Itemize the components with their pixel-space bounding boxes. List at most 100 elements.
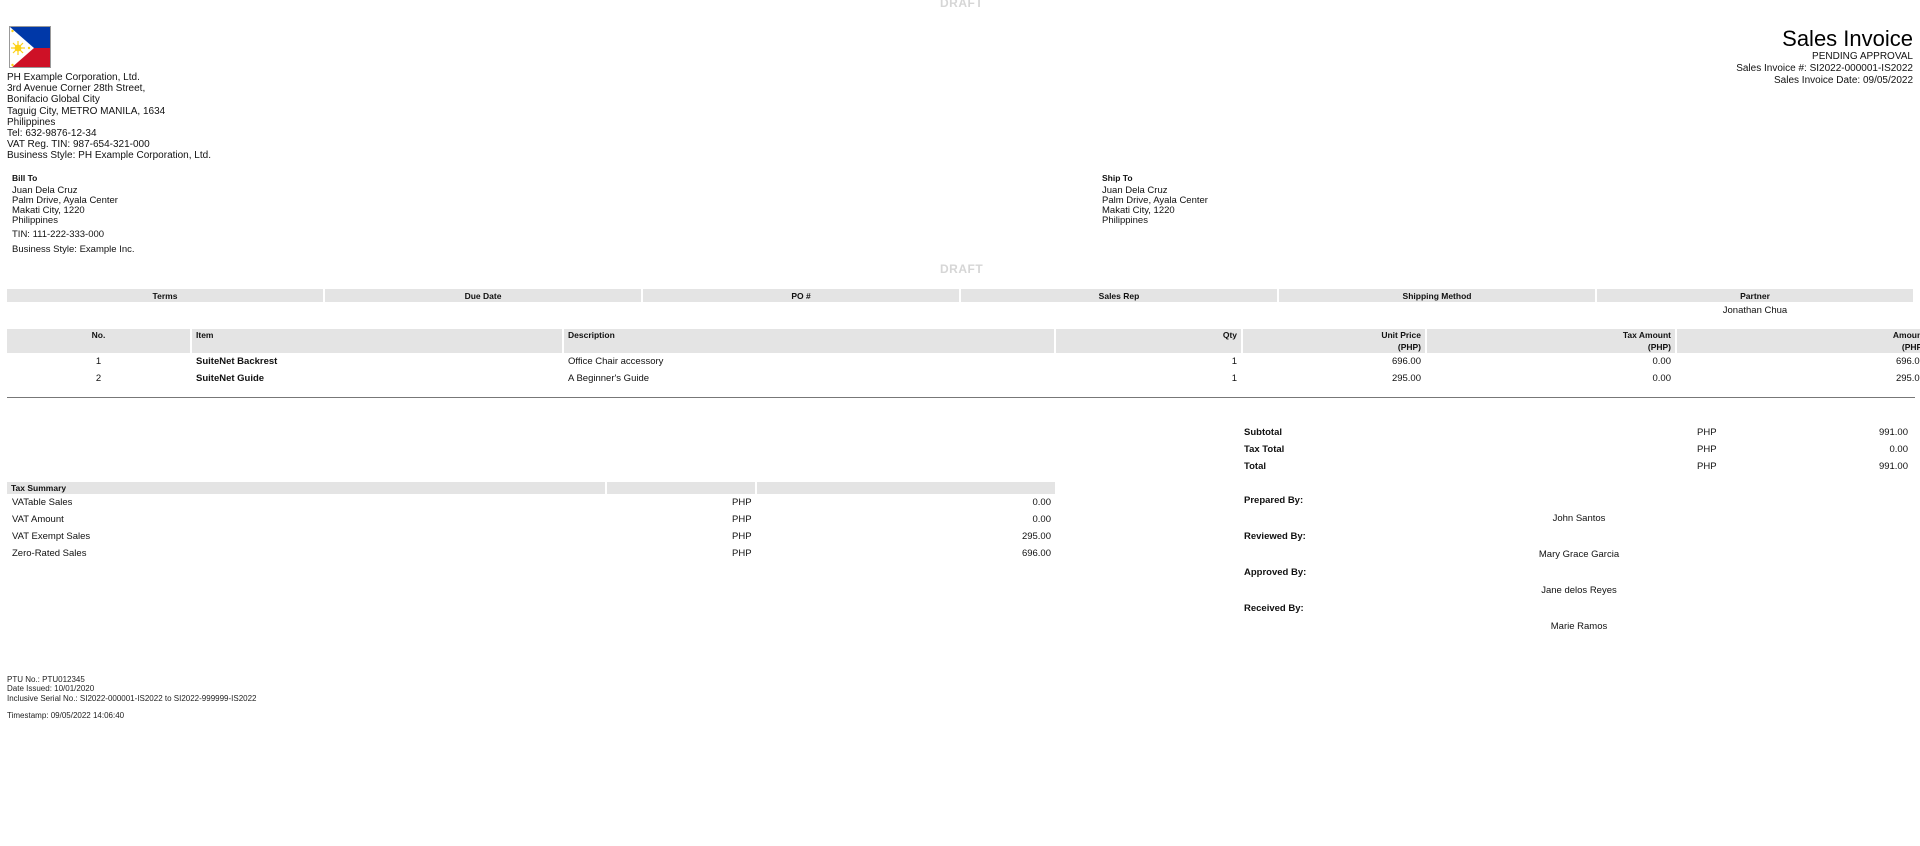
tax-summary-currency: PHP xyxy=(732,531,752,542)
bill-to-tin: TIN: 111-222-333-000 xyxy=(12,229,105,240)
philippine-flag-icon xyxy=(10,27,50,67)
subtotal-row: Subtotal PHP 991.00 xyxy=(1242,427,1912,444)
table-row: 2 SuiteNet Guide A Beginner's Guide 1 29… xyxy=(7,370,1920,387)
reviewed-by-name: Mary Grace Garcia xyxy=(1538,549,1620,560)
col-no-subheader xyxy=(7,341,190,353)
totals-block: Subtotal PHP 991.00 Tax Total PHP 0.00 T… xyxy=(1242,427,1912,478)
shipping-method-value xyxy=(1279,302,1595,319)
company-country: Philippines xyxy=(7,116,56,128)
bill-to-business-style: Business Style: Example Inc. xyxy=(12,244,135,255)
total-currency: PHP xyxy=(1697,461,1717,472)
table-row: VAT Exempt Sales PHP 295.00 xyxy=(7,528,1055,545)
item-amount: 696.00 xyxy=(1895,356,1920,367)
invoice-title: Sales Invoice xyxy=(1782,26,1913,51)
bill-to-label: Bill To xyxy=(12,173,38,183)
company-name: PH Example Corporation, Ltd. xyxy=(7,72,140,83)
tax-summary-amount: 696.00 xyxy=(1021,548,1051,559)
item-amount: 295.00 xyxy=(1895,373,1920,384)
col-unit-price-currency: (PHP) xyxy=(1243,341,1425,353)
item-unit-price: 295.00 xyxy=(1391,373,1421,384)
draft-watermark-middle: DRAFT xyxy=(940,262,984,276)
tax-summary-label: Zero-Rated Sales xyxy=(12,548,87,559)
tax-total-currency: PHP xyxy=(1697,444,1717,455)
po-number-value xyxy=(643,302,959,319)
tax-summary-currency-header xyxy=(607,482,755,494)
received-by-name: Marie Ramos xyxy=(1550,621,1608,632)
serial-range: Inclusive Serial No.: SI2022-000001-IS20… xyxy=(7,693,257,703)
order-info-table: Terms Due Date PO # Sales Rep Shipping M… xyxy=(5,289,1915,319)
col-item-header: Item xyxy=(192,329,562,341)
due-date-header: Due Date xyxy=(325,289,641,302)
tax-summary-label: VAT Amount xyxy=(12,514,64,525)
company-address: PH Example Corporation, Ltd. 3rd Avenue … xyxy=(7,72,211,162)
tax-summary-currency: PHP xyxy=(732,497,752,508)
company-tin: VAT Reg. TIN: 987-654-321-000 xyxy=(7,139,150,151)
approved-by-label: Approved By: xyxy=(1244,567,1307,578)
company-street: 3rd Avenue Corner 28th Street, xyxy=(7,83,146,95)
tax-summary-amount: 295.00 xyxy=(1021,531,1051,542)
col-no-header: No. xyxy=(7,329,190,341)
line-items-table: No. Item Description Qty Unit Price Tax … xyxy=(5,329,1920,387)
bill-to-line: Philippines xyxy=(12,215,58,226)
tax-summary-label: VAT Exempt Sales xyxy=(12,531,91,542)
col-item-subheader xyxy=(192,341,562,353)
po-number-header: PO # xyxy=(643,289,959,302)
ship-to-line: Philippines xyxy=(1102,215,1148,226)
col-amount-header: Amount xyxy=(1677,329,1920,341)
total-label: Total xyxy=(1244,461,1266,472)
date-issued: Date Issued: 10/01/2020 xyxy=(7,684,95,694)
tax-summary-label: VATable Sales xyxy=(12,497,73,508)
tax-summary-currency: PHP xyxy=(732,514,752,525)
invoice-date: Sales Invoice Date: 09/05/2022 xyxy=(1774,74,1913,86)
timestamp: Timestamp: 09/05/2022 14:06:40 xyxy=(7,710,125,720)
col-unit-price-header: Unit Price xyxy=(1243,329,1425,341)
tax-summary-amount: 0.00 xyxy=(1032,514,1052,525)
item-qty: 1 xyxy=(1231,373,1237,384)
received-by-label: Received By: xyxy=(1244,603,1304,614)
company-phone: Tel: 632-9876-12-34 xyxy=(7,128,97,140)
col-description-header: Description xyxy=(564,329,1054,341)
invoice-number: Sales Invoice #: SI2022-000001-IS2022 xyxy=(1736,62,1913,74)
col-tax-amount-currency: (PHP) xyxy=(1427,341,1675,353)
prepared-by-label: Prepared By: xyxy=(1244,495,1304,506)
bill-to-block: Bill To Juan Dela Cruz Palm Drive, Ayala… xyxy=(12,173,135,255)
company-city: Taguig City, METRO MANILA, 1634 xyxy=(7,105,166,117)
prepared-by-name: John Santos xyxy=(1552,513,1606,524)
total-row: Total PHP 991.00 xyxy=(1242,461,1912,478)
terms-value xyxy=(7,302,323,319)
col-description-subheader xyxy=(564,341,1054,353)
company-district: Bonifacio Global City xyxy=(7,94,100,106)
signatories-block: Prepared By: John Santos Reviewed By: Ma… xyxy=(1242,495,1912,639)
partner-value: Jonathan Chua xyxy=(1722,305,1788,316)
table-row: VAT Amount PHP 0.00 xyxy=(7,511,1055,528)
item-description: Office Chair accessory xyxy=(568,356,664,367)
tax-summary-currency: PHP xyxy=(732,548,752,559)
tax-total-label: Tax Total xyxy=(1244,444,1285,455)
subtotal-currency: PHP xyxy=(1697,427,1717,438)
reviewed-by-label: Reviewed By: xyxy=(1244,531,1306,542)
items-divider xyxy=(7,397,1915,398)
ship-to-label: Ship To xyxy=(1102,173,1133,183)
item-tax-amount: 0.00 xyxy=(1652,356,1672,367)
terms-header: Terms xyxy=(7,289,323,302)
company-business-style: Business Style: PH Example Corporation, … xyxy=(7,150,211,162)
tax-summary-table: Tax Summary VATable Sales PHP 0.00 VAT A… xyxy=(7,482,1055,562)
tax-summary-amount: 0.00 xyxy=(1032,497,1052,508)
subtotal-amount: 991.00 xyxy=(1878,427,1908,438)
total-amount: 991.00 xyxy=(1878,461,1908,472)
shipping-method-header: Shipping Method xyxy=(1279,289,1595,302)
table-row: Zero-Rated Sales PHP 696.00 xyxy=(7,545,1055,562)
item-name: SuiteNet Guide xyxy=(196,373,265,384)
due-date-value xyxy=(325,302,641,319)
item-no: 2 xyxy=(95,373,102,384)
col-qty-subheader xyxy=(1056,341,1241,353)
invoice-status: PENDING APPROVAL xyxy=(1812,51,1913,62)
subtotal-label: Subtotal xyxy=(1244,427,1282,438)
item-unit-price: 696.00 xyxy=(1391,356,1421,367)
item-tax-amount: 0.00 xyxy=(1652,373,1672,384)
col-tax-amount-header: Tax Amount xyxy=(1427,329,1675,341)
tax-total-amount: 0.00 xyxy=(1889,444,1909,455)
col-qty-header: Qty xyxy=(1056,329,1241,341)
tax-summary-amount-header xyxy=(757,482,1055,494)
partner-header: Partner xyxy=(1597,289,1913,302)
